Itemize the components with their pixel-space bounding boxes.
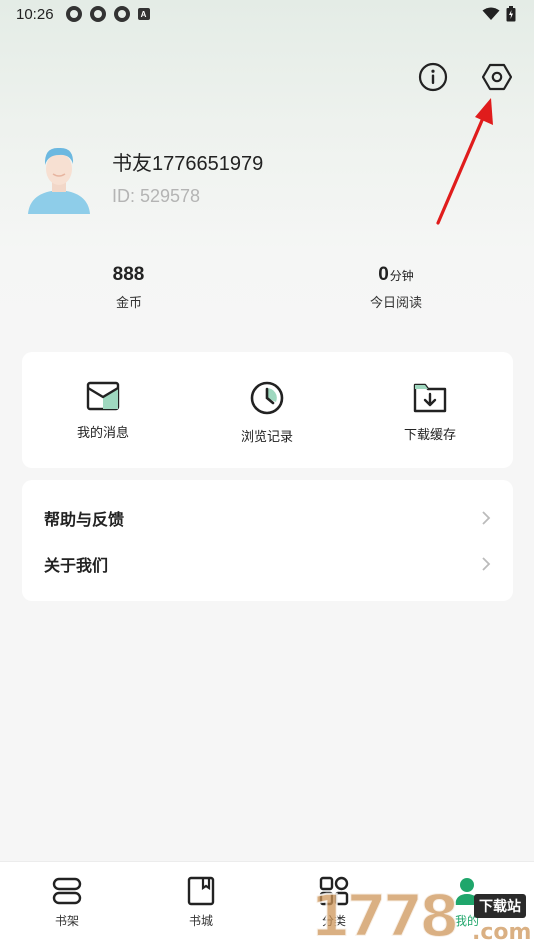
wifi-icon: [482, 7, 500, 20]
chevron-right-icon: [482, 557, 491, 571]
stat-reading-label: 今日阅读: [369, 296, 422, 311]
stat-reading-unit: 分钟: [389, 269, 414, 283]
user-id: ID: 529578: [112, 185, 201, 206]
stat-coins-value: 888: [112, 264, 145, 285]
stat-reading-today[interactable]: 0分钟 今日阅读: [326, 264, 466, 311]
stat-reading-value: 0: [378, 264, 389, 285]
clock-icon: [250, 381, 284, 415]
shortcut-downloads-label: 下载缓存: [403, 428, 456, 443]
tab-category[interactable]: 分类: [294, 876, 374, 929]
avatar[interactable]: [26, 140, 92, 216]
list-item-about-us[interactable]: 关于我们: [22, 541, 513, 587]
header-actions: [418, 62, 512, 92]
annotation-arrow: [436, 98, 493, 225]
tab-bookshelf-label: 书架: [54, 914, 79, 928]
app-notification-icon: [113, 6, 130, 22]
tab-bookstore[interactable]: 书城: [161, 876, 241, 929]
app-notification-icon: [89, 6, 106, 22]
shortcut-history-label: 浏览记录: [240, 430, 293, 445]
battery-icon: [506, 6, 516, 22]
shortcut-messages[interactable]: 我的消息: [43, 380, 163, 441]
a-icon: A: [137, 8, 150, 20]
stats-row: 888 金币 0分钟 今日阅读: [0, 264, 534, 324]
info-icon[interactable]: [418, 62, 448, 92]
tab-bookshelf[interactable]: 书架: [27, 876, 107, 929]
tab-bookstore-label: 书城: [188, 914, 213, 928]
profile-section[interactable]: 书友1776651979 ID: 529578: [26, 140, 263, 216]
stat-coins[interactable]: 888 金币: [59, 264, 199, 311]
tab-category-label: 分类: [321, 914, 346, 928]
bookstore-icon: [187, 876, 215, 906]
profile-icon: [455, 878, 479, 905]
download-folder-icon: [413, 383, 447, 413]
settings-list-card: 帮助与反馈 关于我们: [22, 480, 513, 601]
shortcut-messages-label: 我的消息: [76, 426, 129, 441]
settings-icon[interactable]: [482, 62, 512, 92]
message-icon: [86, 381, 120, 411]
tab-profile[interactable]: 我的: [427, 876, 507, 929]
username: 书友1776651979: [112, 152, 264, 175]
tab-profile-label: 我的: [454, 914, 479, 928]
status-bar: 10:26 A: [0, 0, 534, 28]
shortcut-history[interactable]: 浏览记录: [207, 380, 327, 445]
shortcuts-card: 我的消息 浏览记录 下载缓存: [22, 352, 513, 468]
list-item-label: 关于我们: [44, 556, 109, 575]
category-icon: [319, 876, 349, 906]
app-notification-icon: [65, 6, 82, 22]
shortcut-downloads[interactable]: 下载缓存: [370, 380, 490, 443]
bottom-nav: 书架 书城 分类 我的: [0, 861, 534, 950]
bookshelf-icon: [52, 877, 82, 905]
list-item-help-feedback[interactable]: 帮助与反馈: [22, 495, 513, 541]
status-time: 10:26: [16, 5, 54, 23]
chevron-right-icon: [482, 511, 491, 525]
status-system-icons: [482, 6, 516, 22]
list-item-label: 帮助与反馈: [44, 510, 125, 529]
stat-coins-label: 金币: [115, 296, 142, 311]
status-notification-icons: A: [65, 6, 150, 22]
